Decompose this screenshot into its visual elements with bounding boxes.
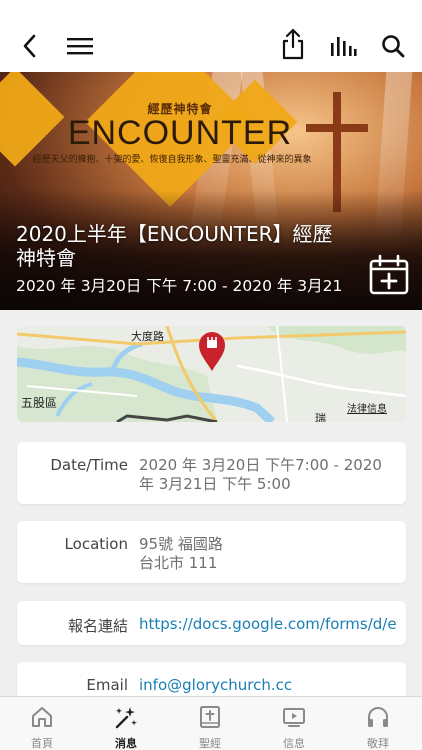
tab-label: 聖經 — [199, 737, 221, 750]
home-icon — [32, 707, 52, 727]
location-card[interactable]: Location 95號 福國路 台北市 111 — [17, 521, 406, 583]
location-label: Location — [64, 535, 128, 553]
email-link[interactable]: info@glorychurch.cc — [139, 676, 397, 695]
map-district-label: 五股區 — [21, 396, 58, 410]
email-label: Email — [86, 676, 128, 694]
registration-link[interactable]: https://docs.google.com/forms/d/e — [139, 615, 397, 634]
add-to-calendar-icon — [369, 254, 409, 295]
map-area-label: 瑞 — [315, 412, 326, 422]
share-icon — [282, 28, 304, 60]
datetime-card: Date/Time 2020 年 3月20日 下午7:00 - 2020 年 3… — [17, 442, 406, 504]
tab-label: 信息 — [283, 737, 305, 750]
back-button[interactable] — [14, 30, 46, 62]
tab-news[interactable]: 消息 — [84, 697, 168, 750]
search-button[interactable] — [377, 30, 409, 62]
audio-button[interactable] — [327, 30, 359, 62]
banner-title: ENCOUNTER — [67, 114, 293, 152]
hamburger-menu-icon — [67, 38, 93, 55]
tab-messages[interactable]: 信息 — [252, 697, 336, 750]
share-button[interactable] — [277, 28, 309, 60]
video-message-icon — [283, 708, 305, 727]
bottom-tab-bar: 首頁 消息 聖經 信息 敬拜 — [0, 696, 422, 750]
registration-label: 報名連結 — [67, 617, 128, 635]
address-line: 台北市 111 — [139, 554, 218, 572]
map-legal-link[interactable]: 法律信息 — [347, 400, 387, 415]
equalizer-icon — [331, 37, 357, 56]
registration-card: 報名連結 https://docs.google.com/forms/d/e — [17, 601, 406, 645]
banner-subtitle: 經歷天父的擁抱、十架的愛、恢復自我形象、聖靈充滿、從神來的異象 — [32, 155, 312, 165]
datetime-label: Date/Time — [50, 456, 128, 474]
location-value: 95號 福國路 台北市 111 — [139, 535, 397, 573]
datetime-line: 2020 年 3月20日 下午7:00 - 2020 — [139, 456, 382, 474]
tab-label: 敬拜 — [367, 737, 389, 750]
address-line: 95號 福國路 — [139, 535, 223, 553]
datetime-line: 年 3月21日 下午 5:00 — [139, 475, 291, 493]
tab-label: 消息 — [115, 737, 137, 750]
cross-horizontal — [306, 124, 368, 132]
top-navigation-bar — [0, 0, 422, 72]
event-hero-image: 經歷神特會 ENCOUNTER 經歷天父的擁抱、十架的愛、恢復自我形象、聖靈充滿… — [0, 72, 422, 310]
event-title: 2020上半年【ENCOUNTER】經歷神特會 — [16, 222, 333, 270]
map-pin-icon — [197, 330, 227, 372]
event-detail-screen: 經歷神特會 ENCOUNTER 經歷天父的擁抱、十架的愛、恢復自我形象、聖靈充滿… — [0, 0, 422, 750]
datetime-value: 2020 年 3月20日 下午7:00 - 2020 年 3月21日 下午 5:… — [139, 456, 397, 494]
event-dates: 2020 年 3月20日 下午 7:00 - 2020 年 3月21 — [16, 277, 343, 295]
bible-icon — [200, 706, 220, 728]
location-map[interactable]: 大度路 五股區 法律信息 瑞 — [17, 326, 406, 422]
tab-worship[interactable]: 敬拜 — [336, 697, 420, 750]
menu-button[interactable] — [64, 30, 96, 62]
headphones-icon — [368, 707, 388, 727]
news-sparkle-icon — [115, 707, 137, 729]
chevron-left-icon — [23, 34, 36, 58]
tab-home[interactable]: 首頁 — [0, 697, 84, 750]
tab-label: 首頁 — [31, 737, 53, 750]
search-icon — [382, 35, 405, 58]
add-to-calendar-button[interactable] — [368, 254, 410, 296]
tab-bible[interactable]: 聖經 — [168, 697, 252, 750]
map-road-label: 大度路 — [131, 330, 164, 343]
